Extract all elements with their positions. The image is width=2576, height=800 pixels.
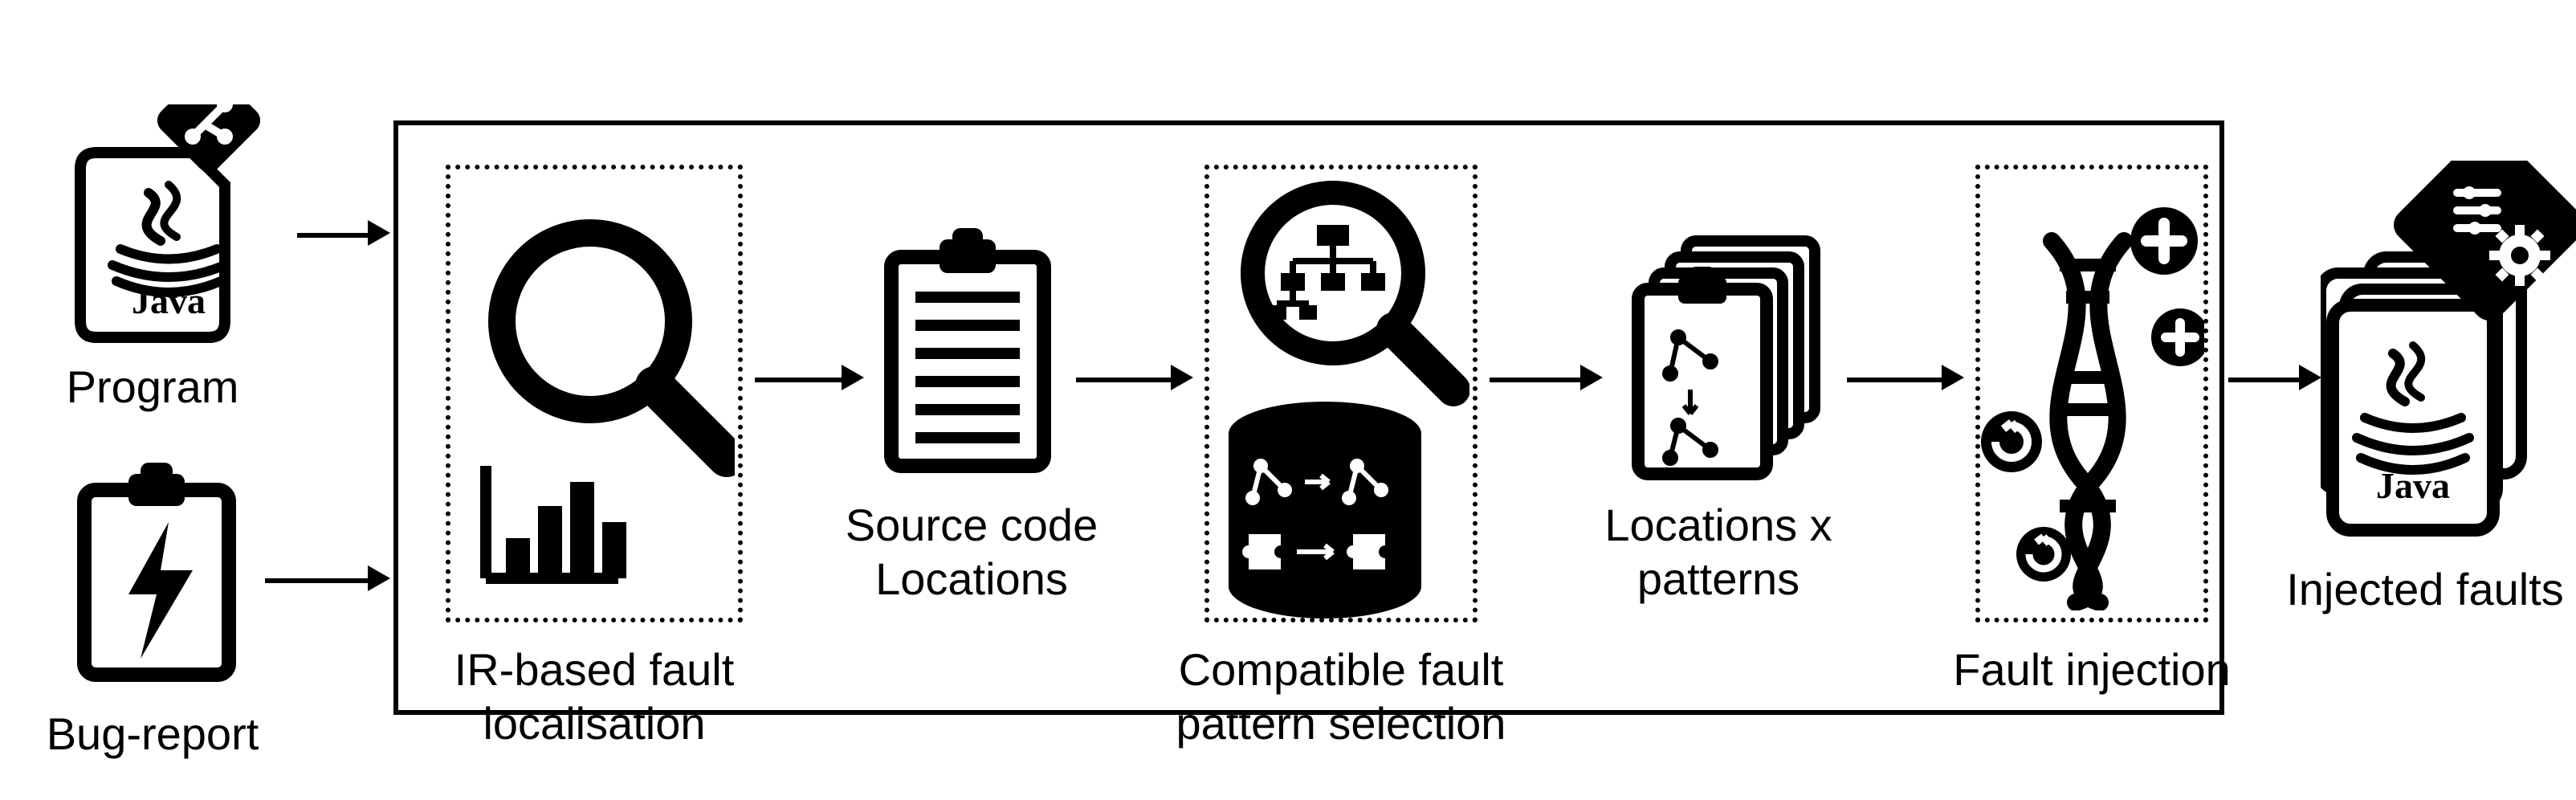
arrow-2 <box>1076 378 1172 382</box>
source-locations-icon <box>875 225 1060 482</box>
locations-patterns-label: Locations x patterns <box>1590 498 1847 606</box>
arrow-4-head <box>1942 365 1964 390</box>
injected-faults-icon: Java <box>2321 161 2576 546</box>
arrow-out-head <box>2299 365 2321 390</box>
source-locations-label: Source code Locations <box>843 498 1100 606</box>
arrow-program-head <box>368 220 390 246</box>
pattern-selection-label: Compatible fault pattern selection <box>1164 643 1518 750</box>
search-chart-icon <box>462 201 735 602</box>
arrow-bugreport-head <box>368 565 390 591</box>
injected-faults-label: Injected faults <box>2272 562 2576 616</box>
ir-local-label: IR-based fault localisation <box>426 643 763 750</box>
pattern-selection-icon <box>1213 169 1469 618</box>
arrow-bugreport <box>265 578 369 583</box>
bugreport-label: Bug-report <box>32 707 273 761</box>
arrow-4 <box>1847 378 1943 382</box>
program-label: Program <box>48 360 257 414</box>
arrow-1 <box>755 378 843 382</box>
arrow-3 <box>1490 378 1582 382</box>
arrow-1-head <box>842 365 864 390</box>
arrow-out <box>2228 378 2301 382</box>
arrow-program <box>297 233 369 238</box>
svg-text:Java: Java <box>132 280 206 321</box>
arrow-3-head <box>1580 365 1603 390</box>
program-icon: Java <box>64 104 273 361</box>
fault-injection-icon <box>1979 185 2204 610</box>
arrow-2-head <box>1171 365 1193 390</box>
bugreport-icon <box>64 458 249 699</box>
svg-text:Java: Java <box>2376 465 2450 506</box>
locations-patterns-icon <box>1614 225 1839 490</box>
fault-injection-label: Fault injection <box>1943 643 2240 696</box>
